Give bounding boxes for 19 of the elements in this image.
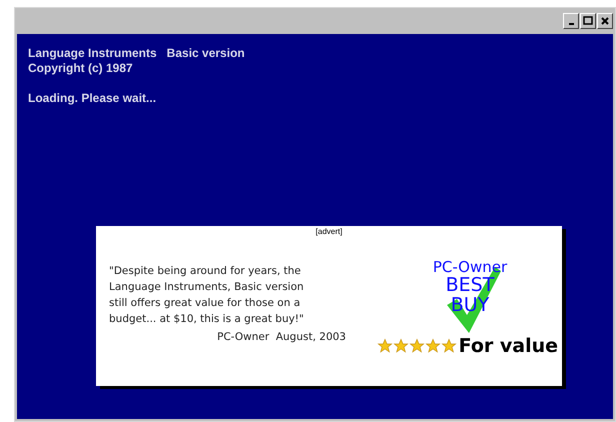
advert-label: [advert]: [316, 227, 342, 237]
star-icon: [376, 338, 393, 354]
console-line: Loading. Please wait...: [28, 91, 158, 106]
close-button[interactable]: [597, 13, 613, 29]
minimize-button[interactable]: [563, 13, 579, 29]
console-line: Copyright (c) 1987: [28, 61, 134, 76]
minimize-icon: [568, 23, 574, 25]
star-icon: [424, 338, 441, 354]
console-line: Language Instruments Basic version: [28, 46, 246, 61]
star-icon: [408, 338, 425, 354]
award-caption: For value: [458, 335, 558, 357]
maximize-button[interactable]: [580, 13, 596, 29]
award-publisher: PC-Owner: [432, 259, 508, 275]
review-quote: "Despite being around for years, the Language Instruments, Basic version still offers great value for those on a budget... at $10, this is a great buy!": [109, 264, 305, 327]
star-icon: [392, 338, 409, 354]
star-icon: [440, 338, 457, 354]
maximize-icon: [583, 16, 593, 26]
review-attribution: PC-Owner August, 2003: [217, 330, 346, 345]
close-icon: [600, 16, 610, 26]
